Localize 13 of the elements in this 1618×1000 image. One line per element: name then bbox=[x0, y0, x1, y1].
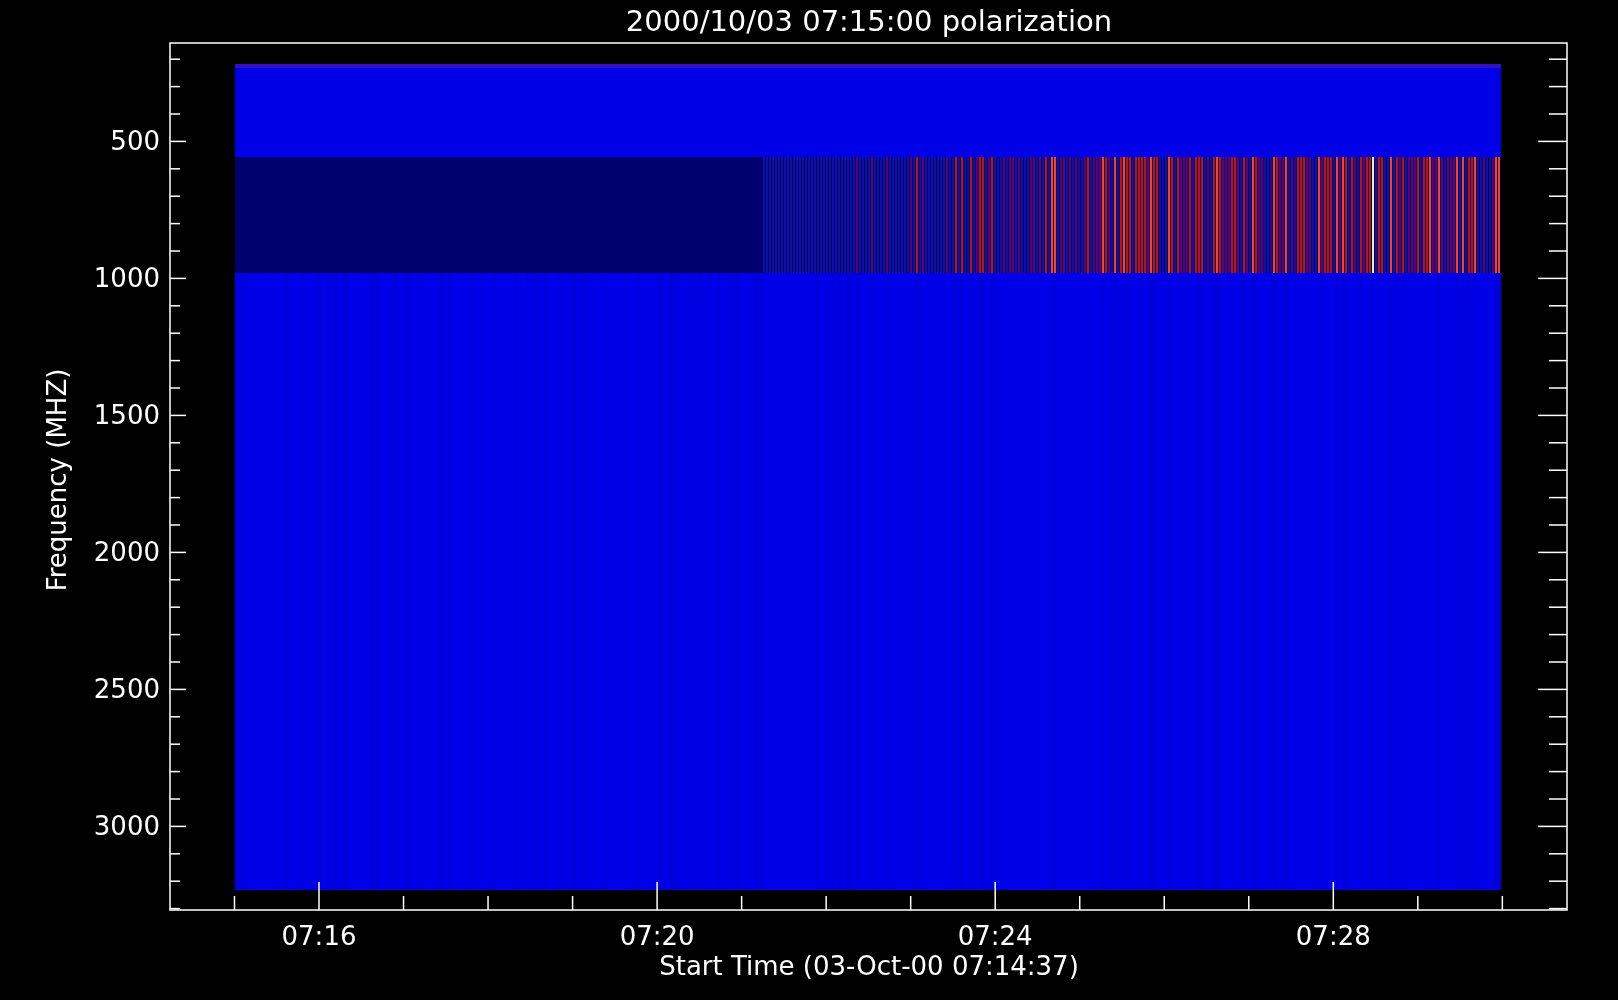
y-tick-label: 1500 bbox=[93, 400, 160, 431]
y-tick-label: 3000 bbox=[93, 811, 160, 842]
y-tick-label: 500 bbox=[110, 126, 160, 157]
x-tick-label: 07:20 bbox=[619, 921, 695, 951]
x-tick-label: 07:24 bbox=[957, 921, 1033, 951]
x-tick-label: 07:16 bbox=[281, 921, 357, 951]
y-tick-label: 2500 bbox=[93, 674, 160, 705]
x-axis-label: Start Time (03-Oct-00 07:14:37) bbox=[659, 951, 1079, 981]
y-axis-label: Frequency (MHZ) bbox=[42, 368, 72, 592]
plot-title: 2000/10/03 07:15:00 polarization bbox=[625, 4, 1113, 38]
y-tick-label: 1000 bbox=[93, 263, 160, 294]
y-tick-label: 2000 bbox=[93, 537, 160, 568]
x-tick-label: 07:28 bbox=[1295, 921, 1371, 951]
